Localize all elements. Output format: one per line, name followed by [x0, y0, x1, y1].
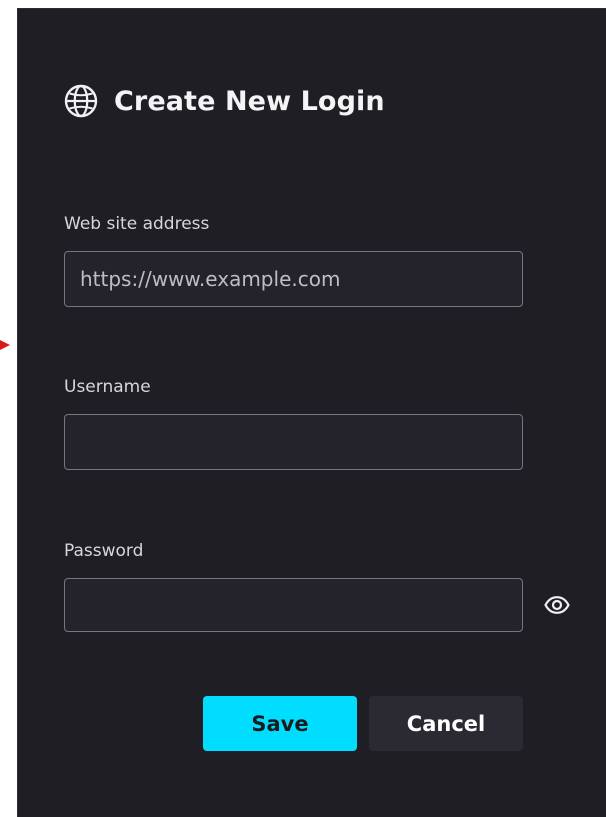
website-label: Web site address — [64, 214, 210, 234]
dialog-header: Create New Login — [64, 81, 385, 121]
username-input[interactable] — [78, 429, 509, 455]
eye-icon[interactable] — [543, 593, 571, 617]
username-field[interactable] — [64, 414, 523, 470]
red-arrow-icon — [0, 340, 10, 350]
save-button[interactable]: Save — [203, 696, 357, 751]
globe-icon — [64, 84, 98, 118]
website-field[interactable] — [64, 251, 523, 307]
password-label: Password — [64, 541, 144, 561]
password-field[interactable] — [64, 578, 523, 632]
password-input[interactable] — [78, 592, 509, 618]
dialog-title: Create New Login — [114, 85, 385, 117]
website-input[interactable] — [78, 266, 509, 292]
username-label: Username — [64, 377, 151, 397]
create-login-dialog: Create New Login Web site address Userna… — [17, 8, 606, 817]
cancel-button[interactable]: Cancel — [369, 696, 523, 751]
page: Create New Login Web site address Userna… — [0, 0, 606, 817]
